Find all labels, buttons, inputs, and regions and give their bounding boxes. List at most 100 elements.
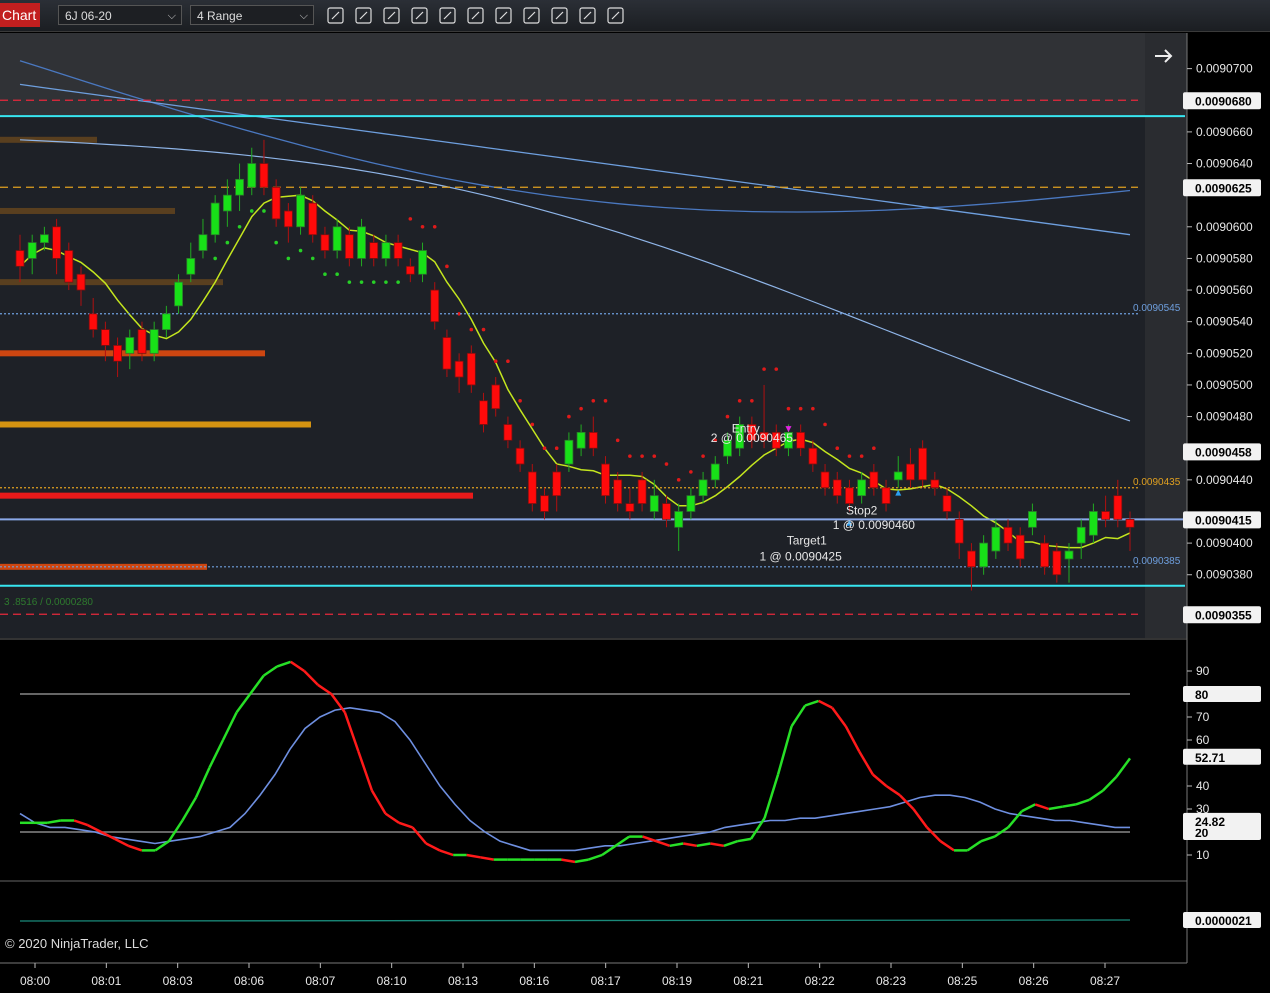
stop-dot — [506, 359, 510, 364]
bar-type-value: 4 Range — [197, 9, 243, 23]
stop-dot — [384, 280, 388, 284]
chart-area[interactable]: 3 .8516 / 0.0000280Entry2 @ 0.0090465Sto… — [0, 33, 1270, 993]
candle-body — [296, 194, 305, 228]
candle-body — [161, 313, 171, 330]
indicators-icon[interactable] — [523, 7, 540, 24]
templates-icon-glyph — [583, 11, 592, 20]
instrument-value: 6J 06-20 — [65, 9, 112, 23]
time-tick-label: 08:07 — [305, 974, 335, 988]
execution-label: 2 @ 0.0090465 — [711, 431, 794, 445]
candle-body — [832, 479, 842, 497]
bar-type-selector[interactable]: 4 Range ⌵ — [190, 5, 314, 25]
stop-dot — [323, 272, 327, 277]
candle-body — [1089, 511, 1098, 536]
data-box-icon[interactable] — [467, 7, 484, 24]
stop-dot — [823, 422, 827, 427]
stop-dot — [554, 446, 559, 451]
stop-dot — [237, 224, 242, 229]
stop-dot — [762, 367, 766, 371]
stop-dot — [591, 398, 596, 403]
price-marker-label: 0.0090415 — [1195, 513, 1252, 527]
stop-dot — [445, 264, 449, 269]
candle-body — [942, 495, 952, 512]
candle-body — [820, 471, 830, 489]
crosshair-icon-glyph — [443, 11, 452, 20]
candle-body — [1028, 511, 1037, 528]
candle-body — [649, 495, 659, 512]
chart-tab[interactable]: Chart — [0, 3, 40, 27]
candle-body — [625, 503, 635, 512]
crosshair-icon[interactable] — [439, 7, 456, 24]
stop-dot — [579, 406, 583, 411]
price-tick-label: 0.0090580 — [1196, 251, 1253, 265]
draw-tool-icon[interactable] — [355, 7, 372, 24]
candle-body — [174, 281, 183, 307]
toolbar-icons — [327, 7, 624, 24]
stop-dot — [420, 224, 425, 229]
candle-body — [601, 463, 610, 497]
candle-body — [1076, 526, 1086, 544]
stop-dot — [225, 240, 230, 245]
chart-toolbar: Chart 6J 06-20 ⌵ 4 Range ⌵ — [0, 0, 1270, 32]
candle-body — [430, 289, 440, 323]
zoom-in-icon[interactable] — [383, 7, 400, 24]
candle-body — [76, 273, 86, 291]
price-marker-label: 0.0090625 — [1195, 181, 1252, 195]
time-tick-label: 08:27 — [1090, 974, 1120, 988]
candle-body — [344, 234, 354, 259]
stop-dot — [811, 406, 815, 411]
indicators-icon-glyph — [527, 11, 536, 20]
candle-body — [479, 400, 488, 425]
candle-body — [113, 345, 122, 362]
stop-dot — [274, 240, 278, 245]
stop-dot — [530, 422, 535, 427]
stop-dot — [213, 256, 217, 261]
candle-body — [613, 479, 623, 504]
stop-dot — [774, 367, 779, 371]
stop-dot — [396, 280, 400, 284]
candle-body — [210, 202, 220, 236]
price-marker-label: 0.0090355 — [1195, 608, 1252, 622]
stop-dot — [335, 272, 339, 277]
stop-dot — [493, 359, 498, 364]
lower-marker-label: 0.0000021 — [1195, 914, 1252, 928]
stop-dot — [371, 280, 376, 284]
time-tick-label: 08:17 — [591, 974, 621, 988]
stop-dot — [432, 224, 437, 229]
level-label: 0.0090545 — [1133, 303, 1181, 314]
price-marker-label: 0.0090680 — [1195, 94, 1252, 108]
candle-body — [552, 471, 562, 497]
time-tick-label: 08:23 — [876, 974, 906, 988]
templates-icon[interactable] — [579, 7, 596, 24]
stop-dot — [347, 280, 352, 284]
candle-body — [100, 329, 110, 346]
menu-icon[interactable] — [607, 7, 624, 24]
candle-body — [393, 242, 403, 259]
chevron-down-icon: ⌵ — [299, 10, 308, 22]
upper-zone-shade — [0, 33, 1145, 117]
zoom-in-icon-glyph — [387, 11, 396, 20]
candle-body — [308, 202, 318, 236]
candle-body — [271, 186, 281, 220]
stop-dot — [750, 398, 754, 403]
stop-dot — [664, 462, 669, 466]
candle-body — [283, 210, 293, 228]
volume-profile-bar — [0, 492, 473, 499]
bar-style-icon[interactable] — [327, 7, 344, 24]
properties-icon[interactable] — [495, 7, 512, 24]
time-tick-label: 08:00 — [20, 974, 50, 988]
time-tick-label: 08:13 — [448, 974, 478, 988]
zoom-out-icon[interactable] — [411, 7, 428, 24]
instrument-selector[interactable]: 6J 06-20 ⌵ — [58, 5, 182, 25]
candle-body — [418, 250, 427, 275]
candle-body — [1113, 495, 1123, 520]
volume-profile-bar — [0, 207, 175, 214]
time-tick-label: 08:26 — [1019, 974, 1049, 988]
strategies-icon[interactable] — [551, 7, 568, 24]
candle-body — [930, 479, 940, 489]
level-label: 0.0090435 — [1133, 477, 1181, 488]
stop-dot — [676, 478, 681, 482]
candle-body — [576, 431, 586, 449]
stoch-tick-label: 40 — [1196, 779, 1210, 793]
candle-body — [88, 313, 98, 330]
